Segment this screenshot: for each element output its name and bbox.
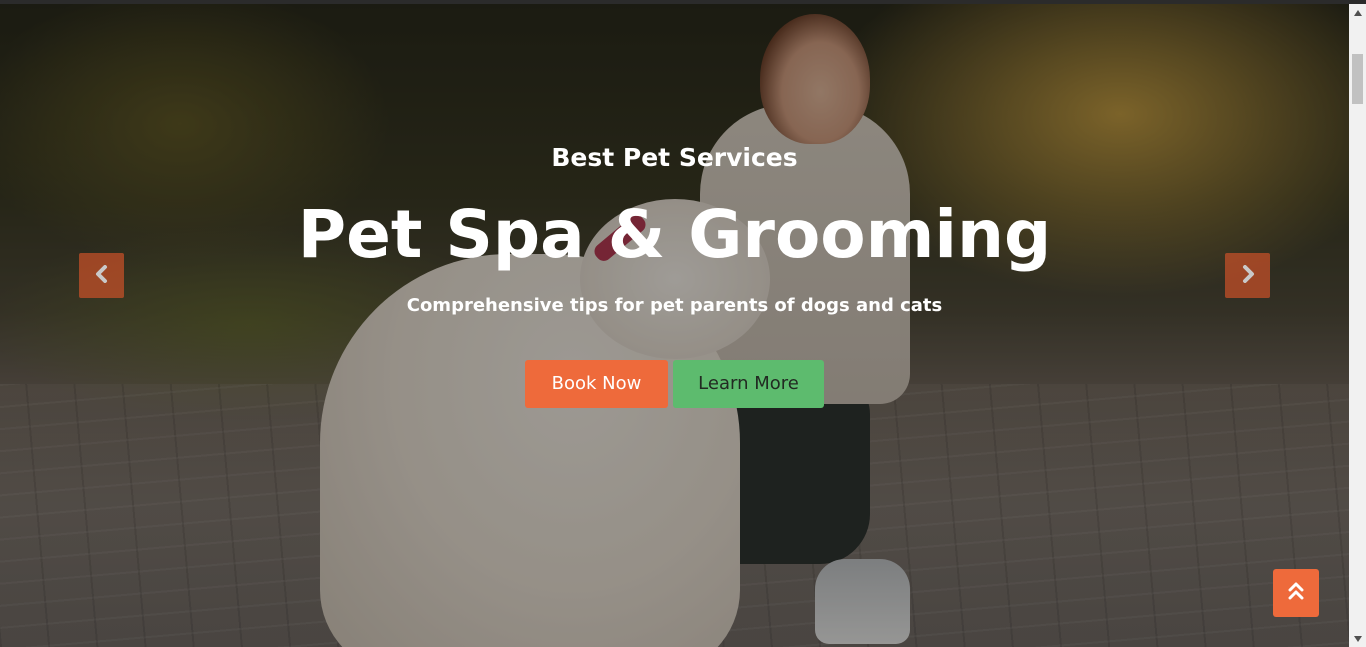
book-now-button[interactable]: Book Now — [525, 360, 668, 408]
chevron-left-icon — [94, 264, 110, 287]
scroll-up-arrow-icon[interactable] — [1349, 4, 1366, 21]
double-chevron-up-icon — [1288, 581, 1304, 605]
back-to-top-button[interactable] — [1273, 569, 1319, 617]
hero-headline: Pet Spa & Grooming — [297, 196, 1052, 273]
browser-viewport: Best Pet Services Pet Spa & Grooming Com… — [0, 0, 1366, 647]
hero-eyebrow: Best Pet Services — [551, 143, 798, 172]
scrollbar-thumb[interactable] — [1352, 54, 1363, 104]
hero-dark-overlay — [0, 4, 1349, 647]
top-border — [0, 0, 1366, 4]
hero-carousel: Best Pet Services Pet Spa & Grooming Com… — [0, 4, 1349, 647]
carousel-prev-button[interactable] — [79, 253, 124, 298]
hero-subtitle: Comprehensive tips for pet parents of do… — [406, 295, 943, 316]
carousel-next-button[interactable] — [1225, 253, 1270, 298]
scroll-down-arrow-icon[interactable] — [1349, 630, 1366, 647]
chevron-right-icon — [1240, 264, 1256, 287]
vertical-scrollbar[interactable] — [1349, 4, 1366, 647]
learn-more-button[interactable]: Learn More — [673, 360, 824, 408]
